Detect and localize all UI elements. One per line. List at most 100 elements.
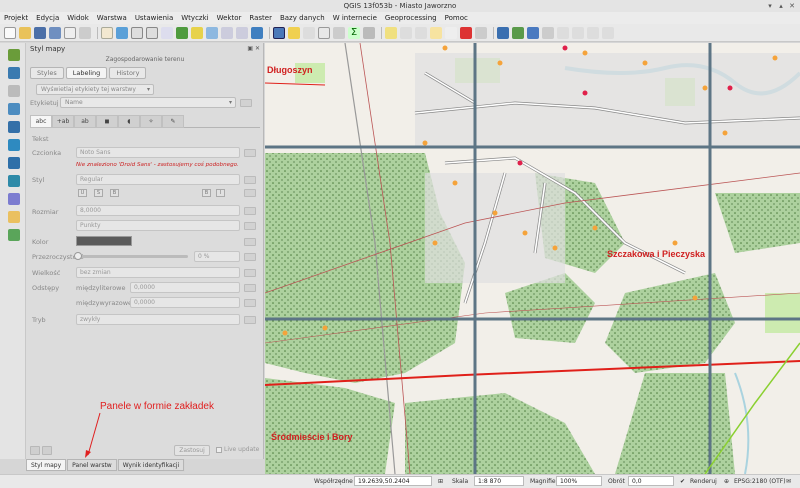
zoom-selection-icon[interactable]	[191, 26, 203, 39]
composer-manager-icon[interactable]	[79, 26, 91, 39]
pan-icon[interactable]	[101, 26, 113, 39]
unit-override-button[interactable]	[244, 222, 256, 230]
labeling-mode-select[interactable]: Wyświetlaj etykiety tej warstwy ▾	[36, 84, 154, 95]
print-composer-icon[interactable]	[64, 26, 76, 39]
zoom-last-icon[interactable]	[221, 26, 233, 39]
blend-override-button[interactable]	[244, 316, 256, 324]
python-console-icon[interactable]	[497, 26, 509, 39]
pin-labels-icon[interactable]	[460, 26, 472, 39]
edit-pencil-icon[interactable]	[557, 26, 569, 39]
coordinate-input[interactable]: 19.2639,50.2404	[354, 476, 432, 486]
add-feature-icon[interactable]	[542, 26, 554, 39]
panel-float-close-icon[interactable]: ▣ ✕	[247, 45, 260, 52]
add-vector-layer-icon[interactable]	[8, 49, 20, 61]
zoom-native-icon[interactable]	[161, 26, 173, 39]
tab-background[interactable]: ◼	[96, 115, 118, 128]
menu-edycja[interactable]: Edycja	[36, 14, 59, 22]
style-override-button[interactable]	[244, 176, 256, 184]
add-raster-layer-icon[interactable]	[8, 67, 20, 79]
map-tips-icon[interactable]	[385, 26, 397, 39]
minimize-icon[interactable]: ▾	[766, 2, 774, 10]
tab-wynik-identyfikacji[interactable]: Wynik identyfikacji	[117, 459, 185, 471]
menu-wtyczki[interactable]: Wtyczki	[181, 14, 208, 22]
italic-button[interactable]: B	[202, 189, 211, 197]
pan-to-selection-icon[interactable]	[116, 26, 128, 39]
color-override-button[interactable]	[244, 238, 256, 246]
tab-placement[interactable]: ✧	[140, 115, 162, 128]
strikeout-button[interactable]: S	[94, 189, 103, 197]
save-as-icon[interactable]	[49, 26, 61, 39]
expression-button[interactable]	[240, 99, 252, 107]
font-override-button[interactable]	[244, 149, 256, 157]
redo-style-button[interactable]	[42, 446, 52, 455]
tab-rendering[interactable]: ✎	[162, 115, 184, 128]
tab-styl-mapy[interactable]: Styl mapy	[26, 459, 67, 471]
close-icon[interactable]: ✕	[788, 2, 796, 10]
add-virtual-layer-icon[interactable]	[8, 193, 20, 205]
refresh-icon[interactable]	[251, 26, 263, 39]
show-labels-icon[interactable]	[475, 26, 487, 39]
transparency-override-button[interactable]	[244, 253, 256, 261]
magnifier-input[interactable]: 100%	[556, 476, 602, 486]
label-tool-icon[interactable]	[445, 26, 457, 39]
identify-icon[interactable]	[273, 26, 285, 39]
scale-select[interactable]: 1:8 870	[474, 476, 524, 486]
tab-styles[interactable]: Styles	[30, 67, 64, 79]
font-select[interactable]: Noto Sans	[76, 147, 240, 158]
zoom-layer-icon[interactable]	[206, 26, 218, 39]
menu-widok[interactable]: Widok	[67, 14, 89, 22]
undo-style-button[interactable]	[30, 446, 40, 455]
menu-wektor[interactable]: Wektor	[217, 14, 242, 22]
tab-history[interactable]: History	[109, 67, 147, 79]
word-spacing-override-button[interactable]	[244, 299, 256, 307]
letter-spacing-input[interactable]: 0,0000	[130, 282, 240, 293]
extents-toggle-icon[interactable]: ⊞	[438, 477, 443, 486]
show-bookmarks-icon[interactable]	[415, 26, 427, 39]
digitize-icon[interactable]	[572, 26, 584, 39]
label-field-select[interactable]: Name ▾	[60, 97, 236, 108]
text-color-button[interactable]	[76, 236, 132, 246]
text-annotation-icon[interactable]	[430, 26, 442, 39]
tab-panel-warstw[interactable]: Panel warstw	[67, 459, 117, 471]
bold-button[interactable]: B	[110, 189, 119, 197]
menu-geoprocessing[interactable]: Geoprocessing	[385, 14, 437, 22]
open-project-icon[interactable]	[19, 26, 31, 39]
crs-icon[interactable]: ⊕	[724, 477, 729, 486]
size-override-button[interactable]	[244, 207, 256, 215]
italic-override-button[interactable]: I	[216, 189, 225, 197]
transparency-slider-handle[interactable]	[74, 252, 82, 260]
messages-icon[interactable]: ✉	[786, 477, 791, 486]
font-size-input[interactable]: 8,0000	[76, 205, 240, 216]
case-override-button[interactable]	[244, 269, 256, 277]
size-unit-select[interactable]: Punkty	[76, 220, 240, 231]
field-calculator-icon[interactable]	[333, 26, 345, 39]
zoom-full-icon[interactable]	[176, 26, 188, 39]
maximize-icon[interactable]: ▴	[777, 2, 785, 10]
live-update-toggle[interactable]: Live update	[216, 446, 259, 453]
add-wcs-icon[interactable]	[8, 175, 20, 187]
add-wms-icon[interactable]	[8, 139, 20, 151]
tab-text[interactable]: abc	[30, 115, 52, 128]
rotation-input[interactable]: 0,0	[628, 476, 674, 486]
statistics-sum-icon[interactable]: Σ	[348, 26, 360, 39]
menu-raster[interactable]: Raster	[249, 14, 272, 22]
menu-w-internecie[interactable]: W internecie	[333, 14, 377, 22]
new-bookmark-icon[interactable]	[400, 26, 412, 39]
crs-status[interactable]: EPSG:2180 (OTF)	[734, 477, 786, 486]
select-icon[interactable]	[288, 26, 300, 39]
plugins-icon[interactable]	[512, 26, 524, 39]
transparency-input[interactable]: 0 %	[194, 251, 240, 262]
menu-projekt[interactable]: Projekt	[4, 14, 28, 22]
add-wfs-icon[interactable]	[8, 157, 20, 169]
save-project-icon[interactable]	[34, 26, 46, 39]
zoom-in-icon[interactable]	[131, 26, 143, 39]
help-icon[interactable]	[602, 26, 614, 39]
font-style-select[interactable]: Regular	[76, 174, 240, 185]
node-tool-icon[interactable]	[587, 26, 599, 39]
render-checkbox-icon[interactable]: ✔	[680, 477, 685, 486]
tab-shadow[interactable]: ◖	[118, 115, 140, 128]
add-postgis-icon[interactable]	[8, 121, 20, 133]
live-update-checkbox[interactable]	[216, 446, 222, 453]
menu-warstwa[interactable]: Warstwa	[97, 14, 127, 22]
zoom-next-icon[interactable]	[236, 26, 248, 39]
